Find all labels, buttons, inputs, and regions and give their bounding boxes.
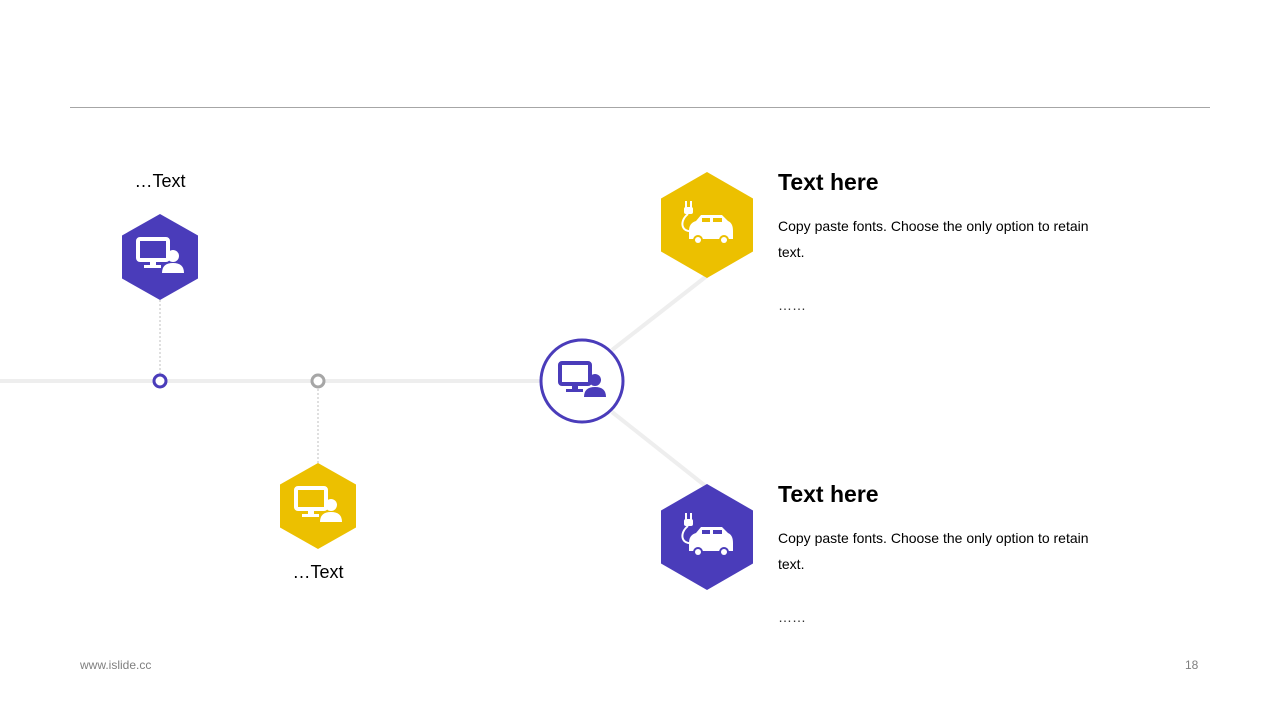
footer-website: www.islide.cc [80,658,152,672]
connector-line-lower [610,410,710,490]
card-1-title: Text here [778,169,879,195]
page-number: 18 [1185,658,1199,672]
node-label-bottom: …Text [292,562,344,582]
hexagon-node-bottom[interactable] [280,463,356,549]
card-2-body: Copy paste fonts. Choose the only option… [778,530,1089,572]
timeline-dot-1[interactable] [152,373,168,389]
timeline-dot-2[interactable] [310,373,326,389]
card-2-title: Text here [778,481,879,507]
card-2-more: …… [778,609,806,625]
card-1-more: …… [778,297,806,313]
center-node[interactable] [539,338,625,424]
hexagon-node-top[interactable] [122,214,198,300]
connector-line-upper [610,273,710,352]
hexagon-card-2[interactable] [661,484,753,590]
node-label-top: …Text [134,171,186,191]
timeline-diagram [0,172,753,590]
card-1-body: Copy paste fonts. Choose the only option… [778,218,1089,260]
hexagon-card-1[interactable] [661,172,753,278]
